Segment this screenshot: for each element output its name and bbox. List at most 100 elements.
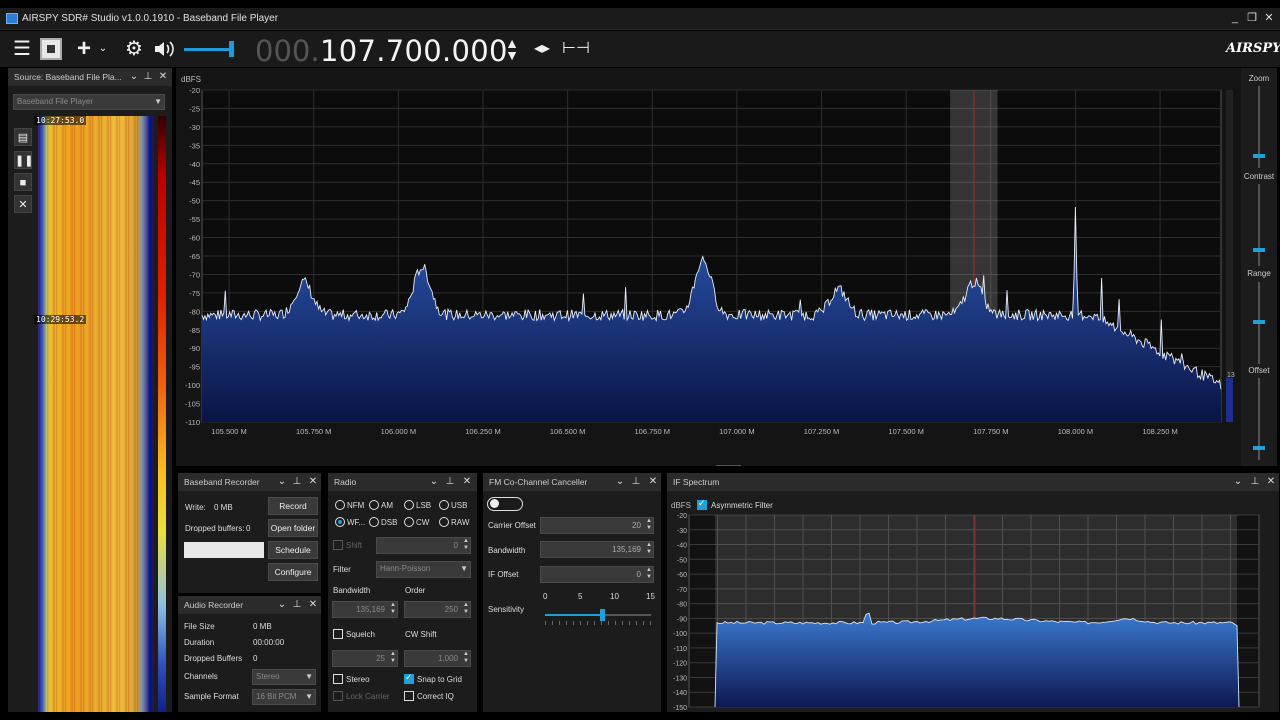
pin-icon[interactable]: ⊥ (629, 473, 643, 491)
minimize-button[interactable]: _ (1228, 11, 1242, 25)
shift-checkbox[interactable] (333, 540, 343, 550)
mode-nfm-label: NFM (347, 501, 365, 510)
volume-slider[interactable] (184, 48, 235, 51)
pin-icon[interactable]: ⊥ (141, 68, 155, 86)
correct-iq-checkbox[interactable] (404, 691, 414, 701)
mode-lsb-radio[interactable] (404, 500, 414, 510)
sensitivity-ticks (545, 621, 651, 625)
spinner-icon: ▲ ▼ (646, 518, 652, 531)
x-tick-label: 106.250 M (465, 427, 500, 436)
mode-usb-radio[interactable] (439, 500, 449, 510)
canceller-toggle[interactable] (487, 497, 523, 511)
record-button[interactable]: Record (268, 497, 318, 515)
source-select[interactable]: Baseband File Player ▼ (13, 94, 165, 110)
spectrum-chart[interactable]: dBFS -20 -25 -30 -35 -40 -45 -50 -55 -60 -65 -70 -75… (176, 68, 1241, 466)
mode-cw-radio[interactable] (404, 517, 414, 527)
bandwidth-value: 135,169 (612, 545, 641, 554)
panel-menu-icon[interactable]: ⌄ (127, 68, 141, 86)
x-tick-label: 107.250 M (804, 427, 839, 436)
mode-am-radio[interactable] (369, 500, 379, 510)
if-spectrum-panel: IF Spectrum ⌄ ⊥ ✕ dBFS Asymmetric Filter… (667, 473, 1279, 712)
toggle-knob (490, 499, 499, 508)
spectrum-panel[interactable]: dBFS -20 -25 -30 -35 -40 -45 -50 -55 -60 -65 -70 -75… (176, 68, 1241, 466)
menu-icon[interactable]: ☰ (10, 37, 34, 61)
configure-button[interactable]: Configure (268, 563, 318, 581)
y-tick-label: -100 (185, 381, 200, 390)
if-offset-input[interactable]: 0 ▲ ▼ (540, 566, 654, 583)
stop-button[interactable] (40, 38, 62, 60)
speaker-icon[interactable] (152, 37, 176, 61)
panel-menu-icon[interactable]: ⌄ (275, 473, 289, 491)
pin-icon[interactable]: ⊥ (443, 473, 457, 491)
carrier-offset-input[interactable]: 20 ▲ ▼ (540, 517, 654, 534)
y-tick-label: -60 (677, 572, 687, 579)
squelch-checkbox[interactable] (333, 629, 343, 639)
close-icon[interactable]: ✕ (646, 473, 660, 491)
tune-arrows-icon[interactable]: ◂▸ (530, 37, 554, 61)
x-tick-label: 108.250 M (1142, 427, 1177, 436)
offset-slider-knob[interactable] (1253, 446, 1265, 450)
y-tick-label: -100 (673, 631, 687, 638)
sensitivity-slider[interactable] (545, 609, 651, 621)
add-icon[interactable]: + (72, 37, 96, 61)
cw-shift-input[interactable]: 1,000 ▲ ▼ (404, 650, 471, 667)
mode-wfm-radio[interactable] (335, 517, 345, 527)
pin-icon[interactable]: ⊥ (290, 473, 304, 491)
gear-icon[interactable]: ⚙ (122, 37, 146, 61)
y-tick-label: -95 (189, 363, 200, 372)
close-icon[interactable]: ✕ (306, 473, 320, 491)
center-icon[interactable]: ⊢⊣ (562, 37, 590, 61)
airspy-logo: AIRSPY (1226, 41, 1280, 56)
tools-icon[interactable]: ✕ (14, 195, 32, 213)
lock-carrier-checkbox[interactable] (333, 691, 343, 701)
zoom-slider-knob[interactable] (1253, 154, 1265, 158)
if-spectrum-chart[interactable]: -20 -30 -40 -50 -60 -70 -80 -90 -100 -110 -120 -130… (667, 473, 1279, 712)
pin-icon[interactable]: ⊥ (290, 596, 304, 614)
shift-label: Shift (346, 541, 363, 550)
contrast-slider-knob[interactable] (1253, 248, 1265, 252)
contrast-label: Contrast (1243, 172, 1275, 181)
pause-icon[interactable]: ❚❚ (14, 151, 33, 169)
panel-menu-icon[interactable]: ⌄ (427, 473, 441, 491)
close-icon[interactable]: ✕ (460, 473, 474, 491)
y-tick-label: -150 (673, 705, 687, 712)
sensitivity-slider-knob[interactable] (599, 609, 605, 621)
range-slider-knob[interactable] (1253, 320, 1265, 324)
filter-select[interactable]: Hann-Poisson ▼ (376, 561, 471, 578)
open-file-icon[interactable]: ▤ (14, 128, 32, 146)
volume-slider-knob[interactable] (229, 41, 235, 57)
bandwidth-input[interactable]: 135,169 ▲ ▼ (332, 601, 398, 618)
frequency-display[interactable]: 107.700.000 (320, 34, 508, 68)
frequency-step-icon[interactable]: ▲ ▼ (500, 36, 524, 62)
mode-cw-label: CW (416, 518, 430, 527)
waterfall-display[interactable] (38, 116, 154, 712)
stop-icon[interactable]: ■ (14, 173, 32, 191)
bandwidth-input[interactable]: 135,169 ▲ ▼ (540, 541, 654, 558)
mode-nfm-radio[interactable] (335, 500, 345, 510)
channels-select[interactable]: Stereo ▼ (252, 669, 316, 685)
sample-format-select[interactable]: 16 Bit PCM ▼ (252, 689, 316, 705)
spectrum-y-unit: dBFS (181, 75, 201, 84)
sensitivity-label: Sensitivity (488, 605, 525, 614)
order-input[interactable]: 250 ▲ ▼ (404, 601, 471, 618)
close-button[interactable]: ✕ (1262, 11, 1276, 25)
restore-button[interactable]: ❐ (1245, 11, 1259, 25)
close-icon[interactable]: ✕ (306, 596, 320, 614)
contrast-track[interactable] (1258, 184, 1260, 266)
chevron-down-icon[interactable]: ⌄ (96, 37, 110, 61)
close-icon[interactable]: ✕ (156, 68, 170, 86)
snap-to-grid-checkbox[interactable] (404, 672, 414, 684)
schedule-button[interactable]: Schedule (268, 541, 318, 559)
open-folder-button[interactable]: Open folder (268, 519, 318, 537)
y-tick-label: -70 (189, 270, 200, 279)
squelch-input[interactable]: 25 ▲ ▼ (332, 650, 398, 667)
shift-input[interactable]: 0 ▲ ▼ (376, 537, 471, 554)
mode-raw-radio[interactable] (439, 517, 449, 527)
y-tick-label: -30 (189, 123, 200, 132)
panel-menu-icon[interactable]: ⌄ (613, 473, 627, 491)
panel-menu-icon[interactable]: ⌄ (275, 596, 289, 614)
mode-am-label: AM (381, 501, 393, 510)
y-tick-label: -110 (186, 418, 200, 427)
mode-dsb-radio[interactable] (369, 517, 379, 527)
stereo-checkbox[interactable] (333, 674, 343, 684)
